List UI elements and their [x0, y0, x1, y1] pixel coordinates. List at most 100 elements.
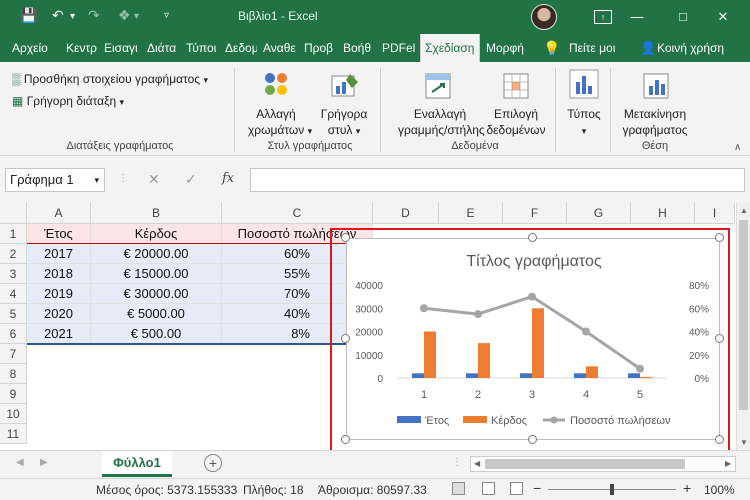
column-header[interactable]: E — [439, 202, 503, 224]
resize-handle[interactable] — [528, 233, 537, 242]
tab-format[interactable]: Μορφή — [486, 34, 528, 62]
quick-layout-button[interactable]: ▦ Γρήγορη διάταξη ▾ — [12, 94, 124, 108]
name-box[interactable]: Γράφημα 1 ▾ — [5, 168, 105, 192]
add-chart-element-button[interactable]: ▒ Προσθήκη στοιχείου γραφήματος ▾ — [12, 72, 208, 86]
qat-dropdown-icon[interactable]: ▾ — [134, 11, 139, 22]
header-cell[interactable]: Έτος — [27, 224, 91, 244]
horizontal-scrollbar[interactable]: ◀ ▶ — [470, 456, 736, 472]
tell-me-search[interactable]: Πείτε μοι — [569, 34, 621, 62]
row-header[interactable]: 9 — [0, 384, 27, 404]
column-header[interactable]: D — [373, 202, 439, 224]
header-cell[interactable]: Κέρδος — [91, 224, 222, 244]
column-header[interactable]: I — [695, 202, 735, 224]
ribbon-display-icon[interactable]: ↑ — [594, 10, 612, 24]
data-cell[interactable]: 2017 — [27, 244, 91, 264]
resize-handle[interactable] — [528, 435, 537, 444]
scroll-up-icon[interactable]: ▲ — [740, 206, 748, 215]
data-cell[interactable]: 2020 — [27, 304, 91, 324]
page-layout-view-icon[interactable] — [482, 482, 495, 495]
data-cell[interactable]: 2019 — [27, 284, 91, 304]
tab-formulas[interactable]: Τύποι — [186, 34, 218, 62]
vertical-scrollbar[interactable]: ▲ ▼ — [736, 202, 750, 450]
zoom-in-icon[interactable]: + — [683, 480, 691, 496]
scrollbar-thumb[interactable] — [485, 459, 685, 469]
select-data-button[interactable]: Επιλογή δεδομένων — [484, 106, 548, 138]
data-cell[interactable]: 2018 — [27, 264, 91, 284]
insert-function-icon[interactable]: fx — [222, 171, 234, 186]
scroll-down-icon[interactable]: ▼ — [740, 438, 748, 447]
formula-input[interactable] — [250, 168, 745, 192]
data-cell[interactable]: 2021 — [27, 324, 91, 344]
row-header[interactable]: 1 — [0, 224, 27, 244]
column-header[interactable]: G — [567, 202, 631, 224]
prev-sheet-icon[interactable]: ◀ — [16, 457, 24, 468]
data-cell[interactable]: € 20000.00 — [91, 244, 222, 264]
row-header[interactable]: 11 — [0, 424, 27, 444]
undo-icon[interactable]: ↶ — [52, 7, 64, 24]
save-icon[interactable]: 💾 — [20, 7, 37, 24]
zoom-level[interactable]: 100% — [704, 483, 735, 497]
row-header[interactable]: 7 — [0, 344, 27, 364]
customize-qat-icon[interactable]: ▿ — [164, 10, 169, 21]
scrollbar-thumb[interactable] — [739, 220, 748, 410]
data-cell[interactable]: € 5000.00 — [91, 304, 222, 324]
tab-design[interactable]: Σχεδίαση — [420, 34, 480, 62]
cancel-icon[interactable]: ✕ — [148, 171, 160, 188]
tab-file[interactable]: Αρχείο — [12, 34, 52, 62]
share-button[interactable]: Κοινή χρήση — [657, 34, 737, 62]
row-header[interactable]: 6 — [0, 324, 27, 344]
row-header[interactable]: 5 — [0, 304, 27, 324]
column-header[interactable]: A — [27, 202, 91, 224]
data-cell[interactable]: € 30000.00 — [91, 284, 222, 304]
column-header[interactable]: H — [631, 202, 695, 224]
quick-styles-button[interactable]: Γρήγορα στυλ ▾ — [316, 106, 372, 139]
collapse-ribbon-icon[interactable]: ∧ — [734, 142, 741, 153]
resize-handle[interactable] — [341, 233, 350, 242]
resize-handle[interactable] — [715, 435, 724, 444]
resize-handle[interactable] — [341, 334, 350, 343]
tab-page-layout[interactable]: Διάτα — [147, 34, 179, 62]
tabbar-grip-icon[interactable]: ⋮ — [452, 457, 462, 468]
avatar[interactable] — [531, 4, 557, 30]
next-sheet-icon[interactable]: ▶ — [40, 457, 48, 468]
switch-row-column-button[interactable]: Εναλλαγή γραμμής/στήλης — [398, 106, 485, 138]
normal-view-icon[interactable] — [452, 482, 465, 495]
change-colors-button[interactable]: Αλλαγή χρωμάτων ▾ — [248, 106, 312, 139]
redo-icon[interactable]: ↷ — [88, 7, 100, 24]
undo-dropdown-icon[interactable]: ▾ — [70, 11, 75, 22]
minimize-icon[interactable]: — — [626, 6, 648, 28]
close-icon[interactable]: ✕ — [712, 6, 734, 28]
move-chart-button[interactable]: Μετακίνηση γραφήματος — [618, 106, 692, 138]
row-header[interactable]: 4 — [0, 284, 27, 304]
scroll-right-icon[interactable]: ▶ — [725, 459, 731, 468]
enter-icon[interactable]: ✓ — [185, 171, 197, 188]
sheet-tab[interactable]: Φύλλο1 — [102, 451, 172, 477]
maximize-icon[interactable]: □ — [672, 6, 694, 28]
zoom-slider-thumb[interactable] — [610, 484, 614, 495]
tab-view[interactable]: Προβ — [304, 34, 336, 62]
page-break-view-icon[interactable] — [510, 482, 523, 495]
column-header[interactable]: F — [503, 202, 567, 224]
plus-icon[interactable]: + — [204, 454, 222, 472]
tab-help[interactable]: Βοήθ — [343, 34, 371, 62]
resize-handle[interactable] — [715, 233, 724, 242]
tab-pdfelement[interactable]: PDFel — [382, 34, 416, 62]
tab-review[interactable]: Αναθε — [263, 34, 297, 62]
tab-data[interactable]: Δεδομ — [225, 34, 257, 62]
row-header[interactable]: 3 — [0, 264, 27, 284]
row-header[interactable]: 8 — [0, 364, 27, 384]
select-all-corner[interactable] — [0, 202, 27, 224]
column-header[interactable]: C — [222, 202, 373, 224]
resize-handle[interactable] — [341, 435, 350, 444]
zoom-out-icon[interactable]: − — [533, 480, 541, 496]
tab-insert[interactable]: Εισαγι — [104, 34, 142, 62]
resize-handle[interactable] — [715, 334, 724, 343]
scroll-left-icon[interactable]: ◀ — [474, 459, 480, 468]
chart-type-button[interactable]: Τύπος ▾ — [562, 106, 606, 139]
row-header[interactable]: 10 — [0, 404, 27, 424]
tab-home[interactable]: Κεντρ — [66, 34, 98, 62]
column-header[interactable]: B — [91, 202, 222, 224]
data-cell[interactable]: € 500.00 — [91, 324, 222, 344]
data-cell[interactable]: € 15000.00 — [91, 264, 222, 284]
chart-area[interactable]: Τίτλος γραφήματος 40000 30000 20000 10000 0 80… — [346, 238, 720, 440]
